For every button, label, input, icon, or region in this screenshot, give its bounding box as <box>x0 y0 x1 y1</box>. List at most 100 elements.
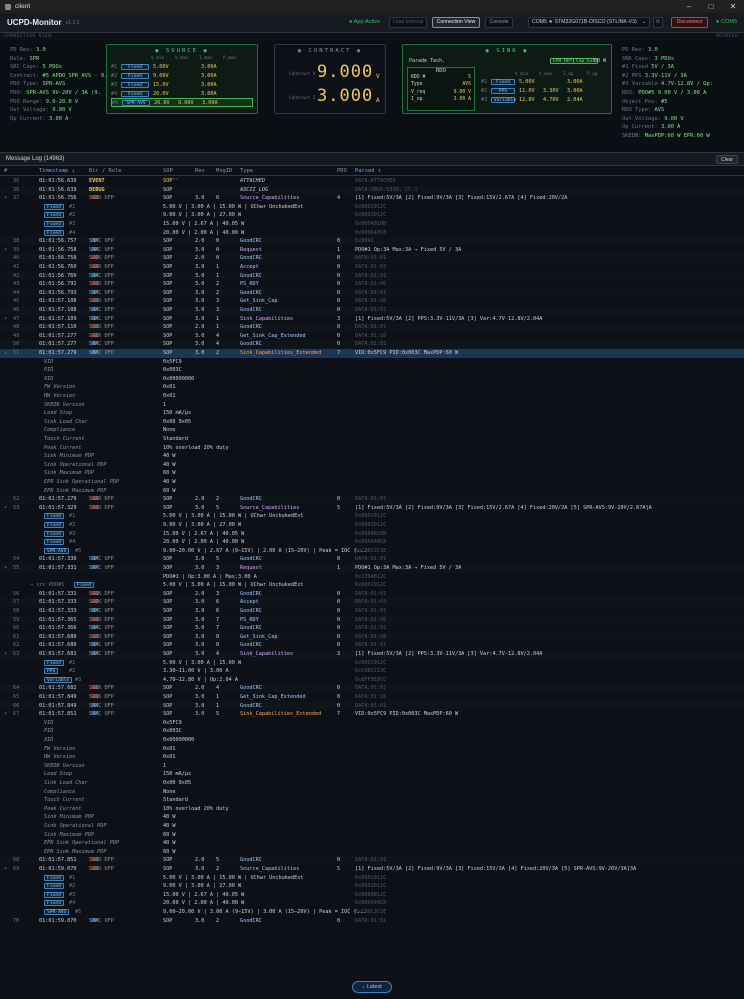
table-row[interactable]: 49 01:01:57.277 SRC SNK DFP SOP 3.0 4 Get_Sink_… <box>0 332 744 341</box>
col-timestamp[interactable]: Timestamp ↓ <box>39 166 75 176</box>
close-icon[interactable]: ✕ <box>722 0 744 13</box>
detail-key: Peak Current <box>44 805 82 812</box>
table-row[interactable]: 45 01:01:57.108 SRC SNK DFP SOP 3.0 3 Get_Sink_… <box>0 297 744 306</box>
table-row[interactable]: ▾ 51 01:01:57.279 SNK SRC UFP SOP 3.0 2 Sink_Cap… <box>0 349 744 358</box>
table-row[interactable]: ▾ 69 01:01:59.070 SRC SNK DFP SOP 3.0 2 Source_C… <box>0 865 744 874</box>
table-row[interactable]: 62 01:01:57.680 SNK SRC UFP SOP 3.0 0 GoodCRC 0 D… <box>0 641 744 650</box>
clear-button[interactable]: Clear <box>716 155 738 164</box>
table-row[interactable]: 40 01:01:56.758 SRC SNK DFP SOP 2.0 0 GoodCRC 0 D… <box>0 254 744 263</box>
pdo-index: #3 <box>69 891 76 898</box>
table-row[interactable]: 66 01:01:57.849 SNK SRC UFP SOP 3.0 1 GoodCRC 0 D… <box>0 701 744 711</box>
load-internal-button[interactable]: Load Internal <box>389 17 427 28</box>
col-rev[interactable]: Rev <box>195 166 205 176</box>
table-row[interactable]: 48 01:01:57.110 SRC SNK DFP SOP 2.0 1 GoodCRC 0 D… <box>0 323 744 332</box>
table-row[interactable]: 64 01:01:57.682 SRC SNK DFP SOP 2.0 4 GoodCRC 0 D… <box>0 684 744 693</box>
col-msgid[interactable]: MsgID <box>216 166 232 176</box>
table-row[interactable]: 44 01:01:56.793 SNK SRC UFP SOP 3.0 2 GoodCRC 0 D… <box>0 288 744 298</box>
console-button[interactable]: Console <box>485 17 513 28</box>
expand-icon[interactable]: ▾ <box>4 710 7 719</box>
pdo-index: #2 <box>481 87 488 94</box>
disconnect-button[interactable]: Disconnect <box>671 17 708 28</box>
table-row[interactable]: 52 01:01:57.279 SRC SNK DFP SOP 2.0 2 GoodCRC 0 D… <box>0 495 744 504</box>
expand-icon[interactable]: ▾ <box>4 349 7 358</box>
expand-icon[interactable]: ▾ <box>4 650 7 659</box>
pdo-count: 0 <box>337 332 341 339</box>
table-row[interactable]: 46 01:01:57.108 SNK SRC UFP SOP 3.0 3 GoodCRC 0 D… <box>0 306 744 315</box>
col-number[interactable]: # <box>4 166 7 176</box>
revision: 3.0 <box>195 246 205 253</box>
table-row[interactable]: 54 01:01:57.330 SNK SRC UFP SOP 3.0 5 GoodCRC 0 D… <box>0 555 744 564</box>
device-select[interactable]: COM5 ★ STM32G071B-DISCO (STLINK-V3) ⌄ <box>528 17 650 28</box>
table-row[interactable]: 50 01:01:57.277 SNK SRC UFP SOP 3.0 4 GoodCRC 0 D… <box>0 340 744 349</box>
col-parsed[interactable]: Parsed ↕ <box>355 166 381 176</box>
refresh-icon[interactable]: ⟳ <box>653 17 663 28</box>
revision: 2.0 <box>195 496 205 503</box>
table-row[interactable]: 61 01:01:57.680 SRC SNK DFP SOP 3.0 0 Get_Sink_… <box>0 632 744 642</box>
table-row[interactable]: 59 01:01:57.365 SRC SNK DFP SOP 3.0 7 PS_RDY 0 DA… <box>0 615 744 625</box>
rdo-key: RDO # <box>411 75 426 80</box>
pdo-type-chip: Fixed <box>44 522 64 528</box>
table-row[interactable]: 70 01:01:59.070 SNK SRC UFP SOP 3.0 2 GoodCRC 0 D… <box>0 917 744 926</box>
col-pdo[interactable]: PDO <box>337 166 347 176</box>
expand-icon[interactable]: ▾ <box>4 564 7 573</box>
sop: SOP <box>163 255 173 262</box>
table-row[interactable]: 41 01:01:56.760 SRC SNK DFP SOP 3.0 1 Accept 0 DA… <box>0 263 744 272</box>
col-type[interactable]: Type <box>240 166 253 176</box>
detail-value: 0x00000000 <box>163 737 195 743</box>
expand-icon[interactable]: ▾ <box>4 194 7 203</box>
table-row[interactable]: 65 01:01:57.849 SRC SNK DFP SOP 3.0 1 Get_Sink_… <box>0 693 744 702</box>
connection-view-button[interactable]: Connection View <box>432 17 480 28</box>
timestamp: 01:01:57.329 <box>39 504 77 511</box>
direction: SNK SRC UFP <box>89 650 114 659</box>
pdo-index: #1 <box>481 78 488 85</box>
timestamp: 01:01:57.333 <box>39 599 77 606</box>
table-row[interactable]: 60 01:01:57.366 SNK SRC UFP SOP 3.0 7 GoodCRC 0 D… <box>0 624 744 633</box>
table-row[interactable]: 56 01:01:57.331 SRC SNK DFP SOP 2.0 3 GoodCRC 0 D… <box>0 590 744 599</box>
row-number: 47 <box>13 315 20 322</box>
left_info-line: PD Rev: 3.0 <box>10 46 107 55</box>
source-pdo-row[interactable]: #5 SPR-AVS 20.0V 9.00V 3.00A <box>111 98 253 107</box>
table-detail-row: EPR Sink Operational PDP 40 W <box>0 478 744 487</box>
table-row[interactable]: 58 01:01:57.333 SNK SRC UFP SOP 3.0 6 GoodCRC 0 D… <box>0 607 744 616</box>
minimize-icon[interactable]: – <box>678 0 700 13</box>
sink-pdo-row[interactable]: #2 PPS 11.0V 3.30V 3.00A <box>481 86 611 95</box>
table-row[interactable]: ▾ 67 01:01:57.851 SNK SRC UFP SOP 3.0 5 Sink_Cap… <box>0 710 744 719</box>
table-row[interactable]: 57 01:01:57.333 SRC SNK DFP SOP 3.0 6 Accept 0 DA… <box>0 598 744 607</box>
source-pdo-row[interactable]: #1 Fixed 5.00V 3.00A <box>111 62 257 71</box>
expand-icon[interactable]: ▾ <box>4 504 7 513</box>
message-id: 2 <box>216 917 220 924</box>
table-row[interactable]: ▾ 39 01:01:56.758 SNK SRC UFP SOP 3.0 0 Request 1… <box>0 246 744 255</box>
source-pdo-row[interactable]: #3 Fixed 15.0V 3.00A <box>111 80 257 89</box>
table-row[interactable]: 42 01:01:56.760 SNK SRC UFP SOP 3.0 1 GoodCRC 0 D… <box>0 271 744 281</box>
timestamp: 01:01:57.279 <box>39 350 77 356</box>
maximize-icon[interactable]: □ <box>700 0 722 13</box>
table-row[interactable]: 36 01:01:56.639 DEBUG SOP ASCII_LOG DATA:VBUS… <box>0 185 744 195</box>
sop: SOP <box>163 324 173 331</box>
table-row[interactable]: ▾ 47 01:01:57.109 SNK SRC UFP SOP 3.0 1 Sink_Cap… <box>0 315 744 324</box>
timestamp: 01:01:57.851 <box>39 711 77 718</box>
expand-icon[interactable]: ▾ <box>4 865 7 874</box>
table-row[interactable]: 38 01:01:56.757 SNK SRC UFP SOP 2.0 0 GoodCRC 0 0… <box>0 237 744 246</box>
table-row[interactable]: 68 01:01:57.851 SRC SNK DFP SOP 2.0 5 GoodCRC 0 D… <box>0 856 744 865</box>
source-pdo-row[interactable]: #2 Fixed 9.00V 3.00A <box>111 71 257 80</box>
revision: 3.0 <box>195 281 205 288</box>
sink-pdo-row[interactable]: #1 Fixed 5.00V 3.00A <box>481 77 611 86</box>
table-row[interactable]: ▾ 63 01:01:57.681 SNK SRC UFP SOP 3.0 4 Sink_Cap… <box>0 650 744 659</box>
direction-label: SNK <box>89 350 99 356</box>
col-sop[interactable]: SOP <box>163 166 173 176</box>
table-row[interactable]: ▾ 55 01:01:57.331 SNK SRC UFP SOP 3.0 3 Request 1… <box>0 564 744 573</box>
jump-latest-button[interactable]: ↓ Latest <box>352 981 392 993</box>
table-row[interactable]: 43 01:01:56.792 SRC SNK DFP SOP 3.0 2 PS_RDY 0 DA… <box>0 280 744 289</box>
direction: SRC SNK DFP <box>89 684 114 693</box>
expand-icon[interactable]: ▾ <box>4 246 7 255</box>
table-row[interactable]: ▾ 53 01:01:57.329 SRC SNK DFP SOP 3.0 5 Source_C… <box>0 504 744 513</box>
right_info-line: Object Pos: #5 <box>622 98 713 107</box>
table-row[interactable]: ▾ 37 01:01:56.756 SRC SNK DFP SOP 3.0 0 Source_C… <box>0 194 744 203</box>
table-row[interactable]: 35 01:01:56.639 EVENT SOP'' ATTACHED DATA:ATT… <box>0 177 744 186</box>
source-pdo-row[interactable]: #4 Fixed 20.0V 3.00A <box>111 89 257 98</box>
refresh-label[interactable]: REFRESH <box>716 33 738 40</box>
expand-icon[interactable]: ▾ <box>4 315 7 324</box>
message-id: 3 <box>216 565 220 571</box>
col-dir-role[interactable]: Dir / Role <box>89 166 121 176</box>
sink-pdo-row[interactable]: #3 Variable 12.8V 4.70V 2.04A <box>481 95 611 104</box>
